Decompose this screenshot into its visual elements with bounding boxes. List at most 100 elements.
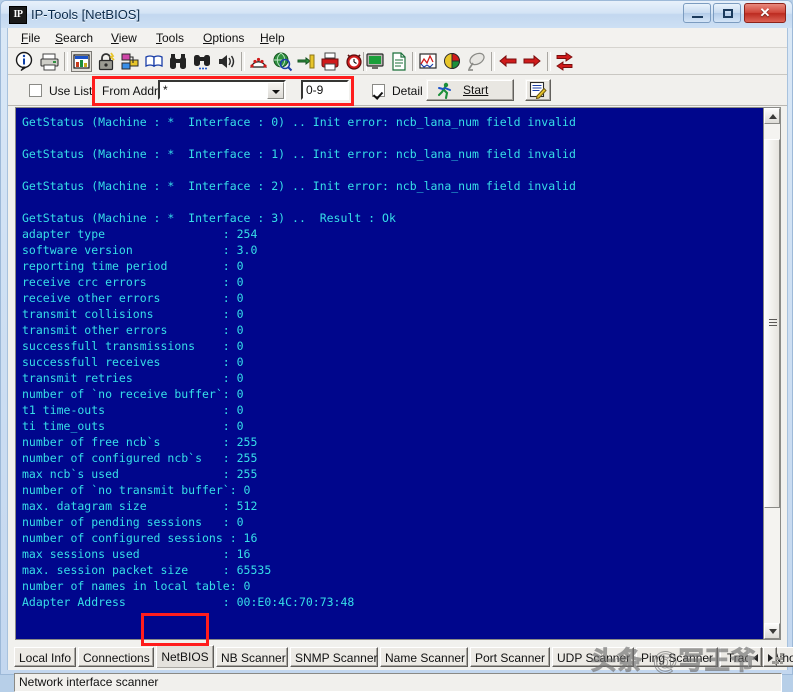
info-icon[interactable] xyxy=(15,51,36,72)
name-scanner-binoculars-icon[interactable] xyxy=(168,51,189,72)
output-line: receive other errors : 0 xyxy=(22,291,244,305)
output-line: Adapter Address : 00:E0:4C:70:73:48 xyxy=(22,595,355,609)
title-bar: IP IP-Tools [NetBIOS] ✕ xyxy=(1,1,792,28)
output-line: transmit retries : 0 xyxy=(22,371,244,385)
tab-name-scanner[interactable]: Name Scanner xyxy=(380,647,468,667)
from-addr-dropdown-arrow[interactable] xyxy=(267,82,284,99)
output-blank-line xyxy=(22,162,763,178)
radar-dish-icon[interactable] xyxy=(466,51,487,72)
output-line: max. datagram size : 512 xyxy=(22,499,258,513)
output-line: transmit other errors : 0 xyxy=(22,323,244,337)
maximize-icon xyxy=(723,9,733,18)
tab-local-info[interactable]: Local Info xyxy=(14,647,76,667)
tab-udp-scanner[interactable]: UDP Scanner xyxy=(552,647,634,667)
application-window: IP IP-Tools [NetBIOS] ✕ File Search View… xyxy=(0,0,793,692)
scroll-up-arrow-icon xyxy=(769,114,777,119)
output-line: t1 time-outs : 0 xyxy=(22,403,244,417)
range-input[interactable]: 0-9 xyxy=(301,80,349,100)
output-line: number of configured ncb`s : 255 xyxy=(22,451,258,465)
tab-snmp-scanner[interactable]: SNMP Scanner xyxy=(290,647,378,667)
start-button[interactable]: Start xyxy=(426,79,514,101)
scroll-down-arrow-icon xyxy=(769,629,777,634)
output-line: ti time_outs : 0 xyxy=(22,419,244,433)
edit-list-icon xyxy=(529,81,547,102)
output-line: adapter type : 254 xyxy=(22,227,258,241)
menu-item-search[interactable]: Search xyxy=(50,30,98,46)
output-vertical-scrollbar[interactable] xyxy=(763,108,780,639)
back-arrow-icon[interactable] xyxy=(498,51,519,72)
local-info-icon[interactable] xyxy=(71,51,92,72)
parameters-bar: Use List From Addr * 0-9 Detail Start xyxy=(8,75,787,106)
window-title: IP-Tools [NetBIOS] xyxy=(31,7,141,22)
output-line: transmit collisions : 0 xyxy=(22,307,244,321)
printer-icon[interactable] xyxy=(39,51,60,72)
http-document-icon[interactable] xyxy=(389,51,410,72)
tab-netbios[interactable]: NetBIOS xyxy=(156,645,214,668)
output-line: number of pending sessions : 0 xyxy=(22,515,244,529)
close-button[interactable]: ✕ xyxy=(744,3,786,23)
running-man-icon xyxy=(436,82,454,103)
resize-grip[interactable] xyxy=(770,653,784,667)
detail-label: Detail xyxy=(392,84,423,98)
output-line: number of `no receive buffer`: 0 xyxy=(22,387,244,401)
menu-bar: File Search View Tools Options Help xyxy=(8,28,787,48)
output-line: successfull transmissions : 0 xyxy=(22,339,244,353)
edit-list-button[interactable] xyxy=(525,79,551,101)
output-line: max. session packet size : 65535 xyxy=(22,563,272,577)
detail-checkbox[interactable] xyxy=(372,84,385,97)
chart-graph-icon[interactable] xyxy=(418,51,439,72)
use-list-checkbox[interactable] xyxy=(29,84,42,97)
transfer-arrows-icon[interactable] xyxy=(554,51,575,72)
finger-printer-icon[interactable] xyxy=(320,51,341,72)
from-addr-label: From Addr xyxy=(102,84,159,98)
output-line: number of names in local table: 0 xyxy=(22,579,251,593)
output-line: max sessions used : 16 xyxy=(22,547,251,561)
connections-lock-icon[interactable] xyxy=(96,51,117,72)
toolbar-separator xyxy=(491,52,495,71)
forward-arrow-icon[interactable] xyxy=(522,51,543,72)
output-line: number of `no transmit buffer`: 0 xyxy=(22,483,251,497)
toolbar xyxy=(8,48,787,75)
tab-ping-scanner[interactable]: Ping Scanner xyxy=(636,647,718,667)
app-icon: IP xyxy=(9,6,27,24)
output-line: GetStatus (Machine : * Interface : 2) ..… xyxy=(22,179,576,193)
output-line: receive crc errors : 0 xyxy=(22,275,244,289)
trace-globe-icon[interactable] xyxy=(272,51,293,72)
time-clock-icon[interactable] xyxy=(344,51,365,72)
output-line: GetStatus (Machine : * Interface : 1) ..… xyxy=(22,147,576,161)
menu-item-tools[interactable]: Tools xyxy=(151,30,189,46)
port-scanner-binoculars-icon[interactable] xyxy=(192,51,213,72)
scrollbar-thumb[interactable] xyxy=(764,139,780,508)
tab-scroll-left-button[interactable] xyxy=(748,647,762,667)
maximize-button[interactable] xyxy=(713,3,741,23)
menu-item-options[interactable]: Options xyxy=(198,30,249,46)
scroll-up-button[interactable] xyxy=(764,108,780,124)
toolbar-separator xyxy=(241,52,245,71)
menu-item-help[interactable]: Help xyxy=(255,30,290,46)
tab-port-scanner[interactable]: Port Scanner xyxy=(470,647,550,667)
menu-item-view[interactable]: View xyxy=(106,30,142,46)
whois-hand-icon[interactable] xyxy=(296,51,317,72)
output-blank-line xyxy=(22,130,763,146)
start-button-label: Start xyxy=(463,83,489,97)
minimize-button[interactable] xyxy=(683,3,711,23)
output-line: software version : 3.0 xyxy=(22,243,258,257)
scrollbar-grip xyxy=(769,318,777,329)
minimize-icon xyxy=(692,16,703,18)
telnet-monitor-icon[interactable] xyxy=(365,51,386,72)
output-line: number of configured sessions : 16 xyxy=(22,531,258,545)
output-line: GetStatus (Machine : * Interface : 3) ..… xyxy=(22,211,396,225)
ping-scanner-icon[interactable] xyxy=(248,51,269,72)
netbios-network-icon[interactable] xyxy=(120,51,141,72)
status-bar: Network interface scanner xyxy=(14,673,782,692)
nb-scanner-book-icon[interactable] xyxy=(144,51,165,72)
tab-connections[interactable]: Connections xyxy=(78,647,154,667)
output-line: max ncb`s used : 255 xyxy=(22,467,258,481)
netbios-output-log[interactable]: GetStatus (Machine : * Interface : 0) ..… xyxy=(16,108,763,639)
tab-nb-scanner[interactable]: NB Scanner xyxy=(216,647,288,667)
udp-scanner-speaker-icon[interactable] xyxy=(216,51,237,72)
pie-chart-icon[interactable] xyxy=(442,51,463,72)
output-line: GetStatus (Machine : * Interface : 0) ..… xyxy=(22,115,576,129)
scroll-down-button[interactable] xyxy=(764,623,780,639)
menu-item-file[interactable]: File xyxy=(16,30,45,46)
